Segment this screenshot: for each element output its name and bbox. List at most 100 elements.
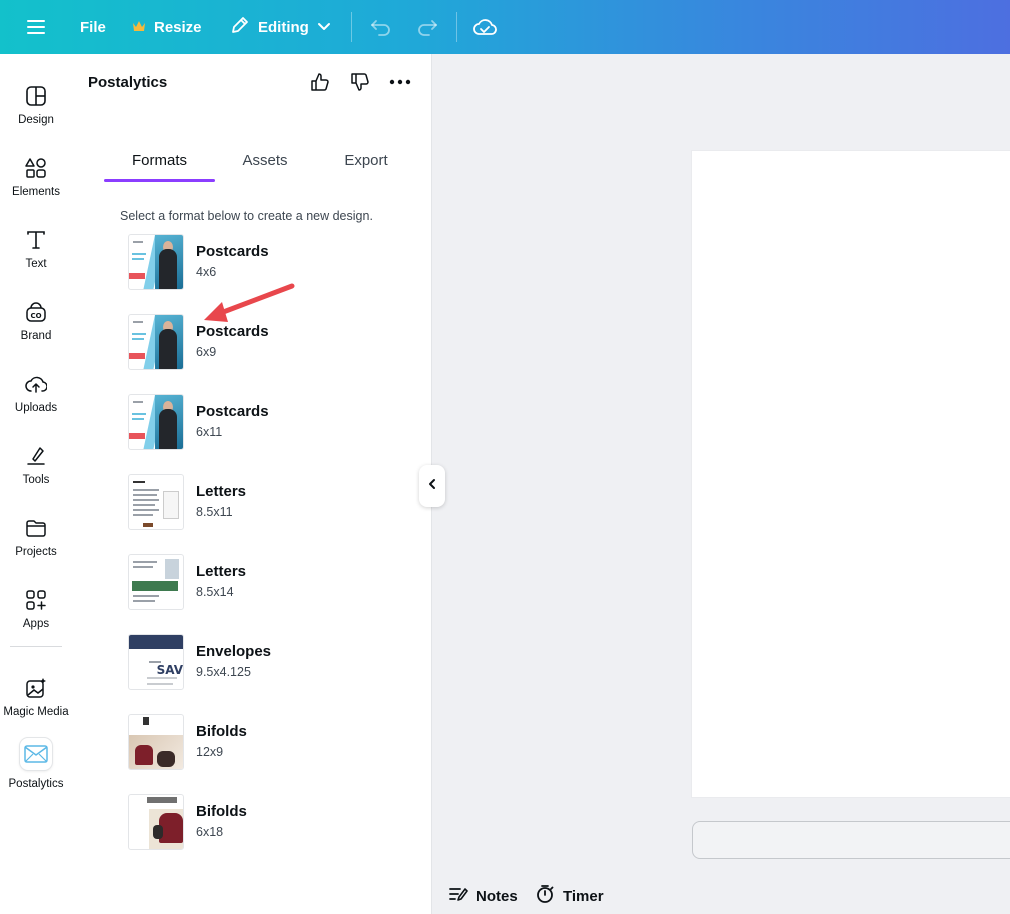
rail-label-projects: Projects: [15, 546, 57, 558]
thumbs-up-icon[interactable]: [308, 70, 332, 94]
format-item[interactable]: SAV Envelopes 9.5x4.125: [128, 634, 388, 690]
format-name: Bifolds: [196, 803, 247, 820]
tab-assets[interactable]: Assets: [230, 146, 300, 182]
format-size: 6x9: [196, 345, 217, 359]
menu-icon[interactable]: [26, 0, 46, 54]
toolbar-divider: [351, 12, 352, 42]
tab-formats[interactable]: Formats: [104, 146, 215, 182]
rail-item-elements[interactable]: Elements: [0, 146, 72, 212]
resize-button[interactable]: Resize: [132, 0, 202, 54]
apps-grid-icon: [24, 588, 48, 612]
text-icon: [24, 228, 48, 252]
rail-label-uploads: Uploads: [14, 402, 58, 414]
format-item[interactable]: Postcards 6x11: [128, 394, 388, 450]
rail-label-postalytics: Postalytics: [8, 778, 64, 790]
notes-icon: [448, 885, 468, 907]
format-item[interactable]: Bifolds 6x18: [128, 794, 388, 850]
magic-image-icon: [24, 676, 48, 700]
file-menu-button[interactable]: File: [80, 0, 106, 54]
top-toolbar: File Resize Editing: [0, 0, 1010, 54]
chevron-down-icon: [317, 19, 331, 36]
letter-thumbnail: [128, 474, 184, 530]
envelope-icon: [20, 738, 52, 770]
panel-title: Postalytics: [88, 74, 168, 91]
bifold-thumbnail: [128, 794, 184, 850]
timer-label: Timer: [563, 887, 604, 905]
format-size: 4x6: [196, 265, 217, 279]
rail-label-elements: Elements: [12, 186, 60, 198]
format-item[interactable]: Bifolds 12x9: [128, 714, 388, 770]
thumbs-down-icon[interactable]: [348, 70, 372, 94]
file-menu-label: File: [80, 18, 106, 36]
toolbar-divider: [456, 12, 457, 42]
envelope-thumbnail: SAV: [128, 634, 184, 690]
timer-button[interactable]: Timer: [535, 884, 604, 908]
format-instructions: Select a format below to create a new de…: [120, 209, 373, 223]
format-size: 6x18: [196, 825, 224, 839]
postcard-thumbnail: [128, 394, 184, 450]
layout-icon: [24, 84, 48, 108]
tab-export[interactable]: Export: [332, 146, 400, 182]
postcard-thumbnail: [128, 234, 184, 290]
design-canvas-page[interactable]: [692, 151, 1010, 797]
editing-mode-button[interactable]: Editing: [230, 0, 331, 54]
timer-icon: [535, 884, 555, 908]
bifold-thumbnail: [128, 714, 184, 770]
notes-label: Notes: [476, 887, 518, 905]
brand-icon: CO: [24, 300, 48, 324]
rail-label-text: Text: [25, 258, 47, 270]
format-item[interactable]: Letters 8.5x11: [128, 474, 388, 530]
undo-icon[interactable]: [370, 0, 392, 54]
rail-label-magic-media: Magic Media: [3, 706, 69, 718]
cloud-check-icon[interactable]: [473, 0, 497, 54]
panel-tabs: Formats Assets Export: [104, 146, 404, 186]
crown-icon: [132, 19, 146, 36]
draw-tool-icon: [24, 444, 48, 468]
annotation-arrow-icon: [204, 283, 295, 322]
rail-item-uploads[interactable]: Uploads: [0, 362, 72, 428]
postcard-thumbnail: [128, 314, 184, 370]
rail-item-magic-media[interactable]: Magic Media: [0, 666, 72, 732]
cloud-upload-icon: [24, 372, 48, 396]
resize-label: Resize: [154, 18, 202, 36]
format-name: Letters: [196, 483, 247, 500]
rail-item-brand[interactable]: CO Brand: [0, 290, 72, 356]
rail-label-apps: Apps: [22, 618, 50, 630]
format-item[interactable]: Letters 8.5x14: [128, 554, 388, 610]
shapes-icon: [24, 156, 48, 180]
format-name: Bifolds: [196, 723, 247, 740]
notes-button[interactable]: Notes: [448, 884, 518, 908]
postalytics-panel: Postalytics Formats Assets Export Select…: [72, 54, 432, 914]
collapse-panel-button[interactable]: [419, 465, 445, 507]
notes-input-bar[interactable]: [692, 821, 1010, 859]
left-nav-rail: Design Elements Text CO Brand Uploads To…: [0, 54, 72, 914]
format-name: Letters: [196, 563, 247, 580]
active-tab-indicator: [104, 179, 215, 182]
format-size: 6x11: [196, 425, 223, 439]
format-size: 12x9: [196, 745, 224, 759]
rail-label-brand: Brand: [20, 330, 52, 342]
format-size: 8.5x14: [196, 585, 234, 599]
format-size: 8.5x11: [196, 505, 233, 519]
pencil-icon: [230, 15, 250, 39]
chevron-left-icon: [427, 477, 437, 495]
rail-divider: [10, 646, 62, 647]
format-name: Postcards: [196, 403, 269, 420]
rail-item-projects[interactable]: Projects: [0, 506, 72, 572]
rail-item-text[interactable]: Text: [0, 218, 72, 284]
rail-item-tools[interactable]: Tools: [0, 434, 72, 500]
folder-icon: [24, 516, 48, 540]
format-size: 9.5x4.125: [196, 665, 251, 679]
svg-text:CO: CO: [30, 312, 41, 320]
rail-item-postalytics[interactable]: Postalytics: [0, 734, 72, 800]
format-name: Postcards: [196, 243, 269, 260]
rail-item-apps[interactable]: Apps: [0, 578, 72, 644]
rail-label-design: Design: [18, 114, 54, 126]
rail-label-tools: Tools: [22, 474, 50, 486]
redo-icon[interactable]: [416, 0, 438, 54]
editing-label: Editing: [258, 18, 309, 36]
more-options-icon[interactable]: [386, 70, 414, 94]
rail-item-design[interactable]: Design: [0, 74, 72, 140]
format-name: Envelopes: [196, 643, 272, 660]
letter-thumbnail: [128, 554, 184, 610]
